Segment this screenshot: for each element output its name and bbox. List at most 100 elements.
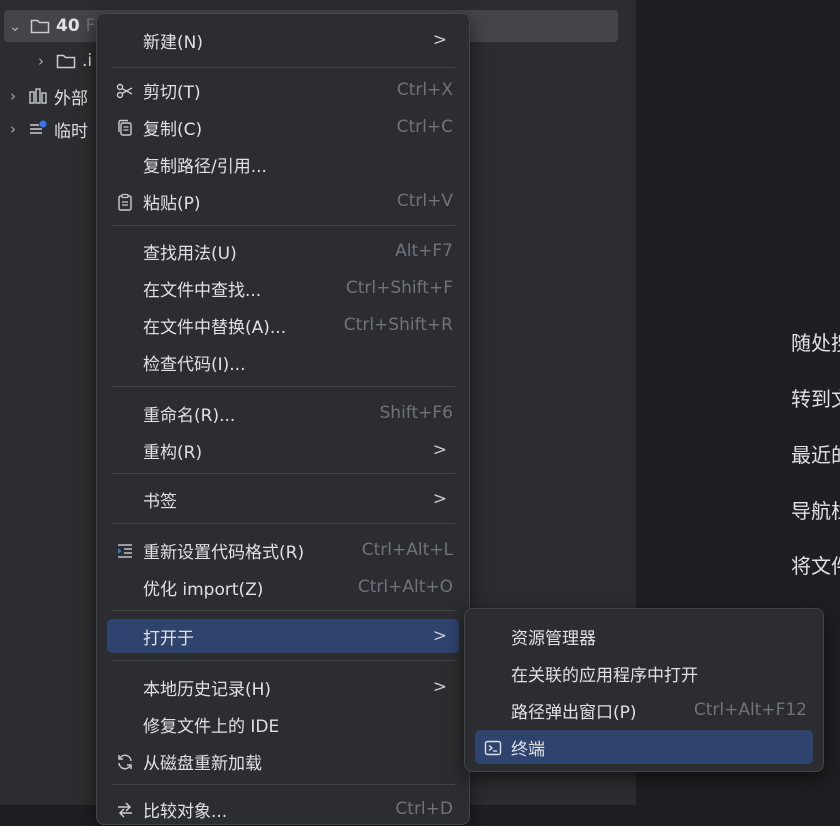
submenu-item-path-popup[interactable]: 路径弹出窗口(P) Ctrl+Alt+F12 bbox=[475, 693, 813, 727]
menu-item-label: 书签 bbox=[143, 491, 177, 512]
tree-item-label: 外部 bbox=[54, 88, 88, 109]
reformat-icon bbox=[115, 541, 135, 561]
menu-item-label: 优化 import(Z) bbox=[143, 579, 264, 600]
tree-item-label: .i bbox=[82, 51, 93, 71]
menu-separator bbox=[111, 225, 455, 226]
menu-item-label: 打开于 bbox=[143, 628, 194, 649]
menu-item-paste[interactable]: 粘贴(P) Ctrl+V bbox=[107, 184, 459, 218]
menu-item-label: 路径弹出窗口(P) bbox=[511, 702, 637, 723]
menu-item-shortcut: Ctrl+Alt+L bbox=[361, 540, 453, 560]
folder-icon bbox=[30, 17, 50, 35]
menu-item-find-in-files[interactable]: 在文件中查找... Ctrl+Shift+F bbox=[107, 271, 459, 305]
chevron-down-icon[interactable]: ⌄ bbox=[6, 17, 24, 35]
menu-item-shortcut: Ctrl+Alt+O bbox=[357, 577, 453, 597]
menu-item-label: 在关联的应用程序中打开 bbox=[511, 665, 698, 686]
menu-item-label: 修复文件上的 IDE bbox=[143, 716, 280, 737]
menu-item-local-history[interactable]: 本地历史记录(H) > bbox=[107, 670, 459, 704]
tree-row-scratches[interactable]: › 临时 bbox=[4, 113, 88, 145]
editor-tip: 最近的 bbox=[791, 443, 840, 467]
chevron-right-icon[interactable]: › bbox=[4, 120, 22, 138]
menu-item-reformat-code[interactable]: 重新设置代码格式(R) Ctrl+Alt+L bbox=[107, 533, 459, 567]
tree-row-folder[interactable]: › .i bbox=[32, 45, 92, 77]
menu-item-label: 从磁盘重新加载 bbox=[143, 753, 262, 774]
menu-item-copy[interactable]: 复制(C) Ctrl+C bbox=[107, 110, 459, 144]
menu-item-label: 复制(C) bbox=[143, 119, 203, 140]
menu-item-shortcut: Ctrl+C bbox=[396, 117, 453, 137]
menu-item-label: 比较对象... bbox=[143, 801, 228, 822]
menu-separator bbox=[111, 784, 455, 785]
tree-root-path: F bbox=[85, 16, 96, 36]
menu-item-label: 重命名(R)... bbox=[143, 405, 236, 426]
menu-item-open-in[interactable]: 打开于 > bbox=[107, 619, 459, 653]
scissors-icon bbox=[115, 81, 135, 101]
menu-item-refactor[interactable]: 重构(R) > bbox=[107, 433, 459, 467]
tree-row-external-libraries[interactable]: › 外部 bbox=[4, 80, 88, 112]
menu-item-label: 终端 bbox=[511, 739, 545, 760]
chevron-right-icon[interactable]: › bbox=[32, 52, 50, 70]
menu-item-reload-from-disk[interactable]: 从磁盘重新加载 bbox=[107, 744, 459, 778]
chevron-right-icon: > bbox=[432, 626, 447, 646]
menu-item-shortcut: Ctrl+Alt+F12 bbox=[693, 700, 807, 720]
menu-item-shortcut: Shift+F6 bbox=[379, 403, 453, 423]
menu-item-compare-with[interactable]: 比较对象... Ctrl+D bbox=[107, 792, 459, 826]
menu-item-repair-ide[interactable]: 修复文件上的 IDE bbox=[107, 707, 459, 741]
menu-item-replace-in-files[interactable]: 在文件中替换(A)... Ctrl+Shift+R bbox=[107, 308, 459, 342]
menu-item-label: 复制路径/引用... bbox=[143, 156, 267, 177]
editor-tip: 转到文 bbox=[791, 387, 840, 411]
paste-icon bbox=[115, 192, 135, 212]
menu-item-optimize-imports[interactable]: 优化 import(Z) Ctrl+Alt+O bbox=[107, 570, 459, 604]
editor-tip: 导航栏 bbox=[791, 499, 840, 523]
submenu-item-explorer[interactable]: 资源管理器 bbox=[475, 619, 813, 653]
menu-separator bbox=[111, 67, 455, 68]
tree-root-label: 40 bbox=[56, 16, 80, 36]
library-icon bbox=[28, 87, 48, 105]
menu-item-label: 检查代码(I)... bbox=[143, 354, 246, 375]
menu-item-shortcut: Ctrl+X bbox=[396, 80, 453, 100]
menu-item-label: 查找用法(U) bbox=[143, 243, 237, 264]
menu-separator bbox=[111, 523, 455, 524]
submenu-item-associated-app[interactable]: 在关联的应用程序中打开 bbox=[475, 656, 813, 690]
menu-separator bbox=[111, 386, 455, 387]
menu-item-inspect-code[interactable]: 检查代码(I)... bbox=[107, 345, 459, 379]
menu-item-label: 重构(R) bbox=[143, 442, 203, 463]
chevron-right-icon: > bbox=[432, 30, 447, 50]
menu-item-label: 粘贴(P) bbox=[143, 193, 201, 214]
folder-icon bbox=[56, 52, 76, 70]
compare-icon bbox=[115, 800, 135, 820]
submenu-item-terminal[interactable]: 终端 bbox=[475, 730, 813, 764]
menu-separator bbox=[111, 473, 455, 474]
menu-item-copy-path[interactable]: 复制路径/引用... bbox=[107, 147, 459, 181]
chevron-right-icon: > bbox=[432, 440, 447, 460]
tree-item-label: 临时 bbox=[54, 121, 88, 142]
open-in-submenu: 资源管理器 在关联的应用程序中打开 路径弹出窗口(P) Ctrl+Alt+F12… bbox=[464, 608, 824, 772]
menu-item-bookmarks[interactable]: 书签 > bbox=[107, 482, 459, 516]
menu-separator bbox=[111, 660, 455, 661]
menu-item-new[interactable]: 新建(N) > bbox=[107, 23, 459, 57]
menu-item-shortcut: Ctrl+Shift+R bbox=[343, 315, 453, 335]
menu-item-label: 新建(N) bbox=[143, 32, 203, 53]
menu-item-label: 在文件中查找... bbox=[143, 280, 262, 301]
menu-separator bbox=[111, 610, 455, 611]
chevron-right-icon[interactable]: › bbox=[4, 87, 22, 105]
menu-item-label: 资源管理器 bbox=[511, 628, 596, 649]
menu-item-label: 剪切(T) bbox=[143, 82, 201, 103]
scratches-icon bbox=[28, 120, 48, 138]
menu-item-cut[interactable]: 剪切(T) Ctrl+X bbox=[107, 73, 459, 107]
menu-item-label: 本地历史记录(H) bbox=[143, 679, 272, 700]
menu-item-rename[interactable]: 重命名(R)... Shift+F6 bbox=[107, 396, 459, 430]
menu-item-label: 重新设置代码格式(R) bbox=[143, 542, 305, 563]
editor-tip: 随处搜 bbox=[791, 331, 840, 355]
menu-item-find-usages[interactable]: 查找用法(U) Alt+F7 bbox=[107, 234, 459, 268]
chevron-right-icon: > bbox=[432, 677, 447, 697]
context-menu: 新建(N) > 剪切(T) Ctrl+X 复制(C) Ctrl+C 复制路径/引… bbox=[96, 13, 470, 825]
menu-item-shortcut: Ctrl+V bbox=[396, 191, 453, 211]
terminal-icon bbox=[483, 738, 503, 758]
editor-tip: 将文件 bbox=[791, 554, 840, 578]
menu-item-shortcut: Alt+F7 bbox=[395, 241, 453, 261]
chevron-right-icon: > bbox=[432, 489, 447, 509]
menu-item-shortcut: Ctrl+Shift+F bbox=[345, 278, 453, 298]
menu-item-label: 在文件中替换(A)... bbox=[143, 317, 287, 338]
reload-icon bbox=[115, 752, 135, 772]
copy-icon bbox=[115, 118, 135, 138]
menu-item-shortcut: Ctrl+D bbox=[395, 799, 453, 819]
